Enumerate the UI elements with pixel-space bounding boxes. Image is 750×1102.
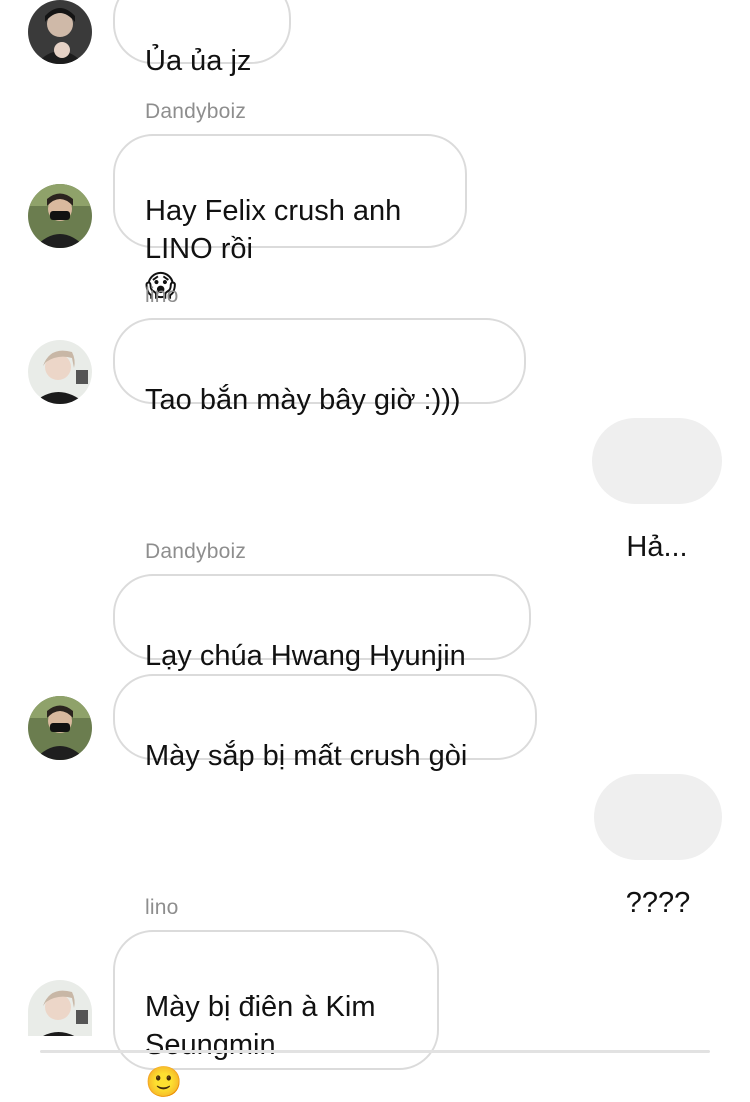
sender-name: lino [145,284,179,307]
message-bubble[interactable]: Lạy chúa Hwang Hyunjin [113,574,531,672]
message-bubble[interactable]: Mày sắp bị mất crush gòi [113,674,537,772]
profile-photo-icon [28,0,92,64]
message-bubble[interactable]: Hả... [592,418,722,563]
avatar[interactable] [28,184,92,248]
message-bubble[interactable]: Tao bắn mày bây giờ :))) [113,318,526,416]
message-bubble[interactable]: Hay Felix crush anh LINO rồi 😱 [113,134,467,303]
message-text: Hả... [626,531,688,563]
profile-photo-icon [28,696,92,760]
message-text: Mày sắp bị mất crush gòi [145,740,468,772]
avatar[interactable] [28,340,92,404]
message-text: ???? [625,887,691,919]
message-text: Tao bắn mày bây giờ :))) [145,384,461,416]
avatar[interactable] [28,980,92,1036]
message-text: Ủa ủa jz [145,45,252,77]
message-text: Lạy chúa Hwang Hyunjin [145,640,466,672]
sender-name: Dandyboiz [145,100,247,123]
avatar[interactable] [28,696,92,760]
message-bubble[interactable]: ???? [594,774,722,919]
profile-photo-icon [28,980,92,1036]
composer-top-edge [40,1050,710,1053]
avatar[interactable] [28,0,92,64]
slightly-smiling-face-emoji-icon: 🙂 [145,1066,183,1099]
profile-photo-icon [28,340,92,404]
sender-name: lino [145,896,179,919]
message-bubble[interactable]: Mày bị điên à Kim Seungmin 🙂 [113,930,439,1099]
profile-photo-icon [28,184,92,248]
message-bubble[interactable]: Ủa ủa jz [113,0,291,77]
message-text: Hay Felix crush anh LINO rồi [145,195,402,265]
sender-name: Dandyboiz [145,540,247,563]
